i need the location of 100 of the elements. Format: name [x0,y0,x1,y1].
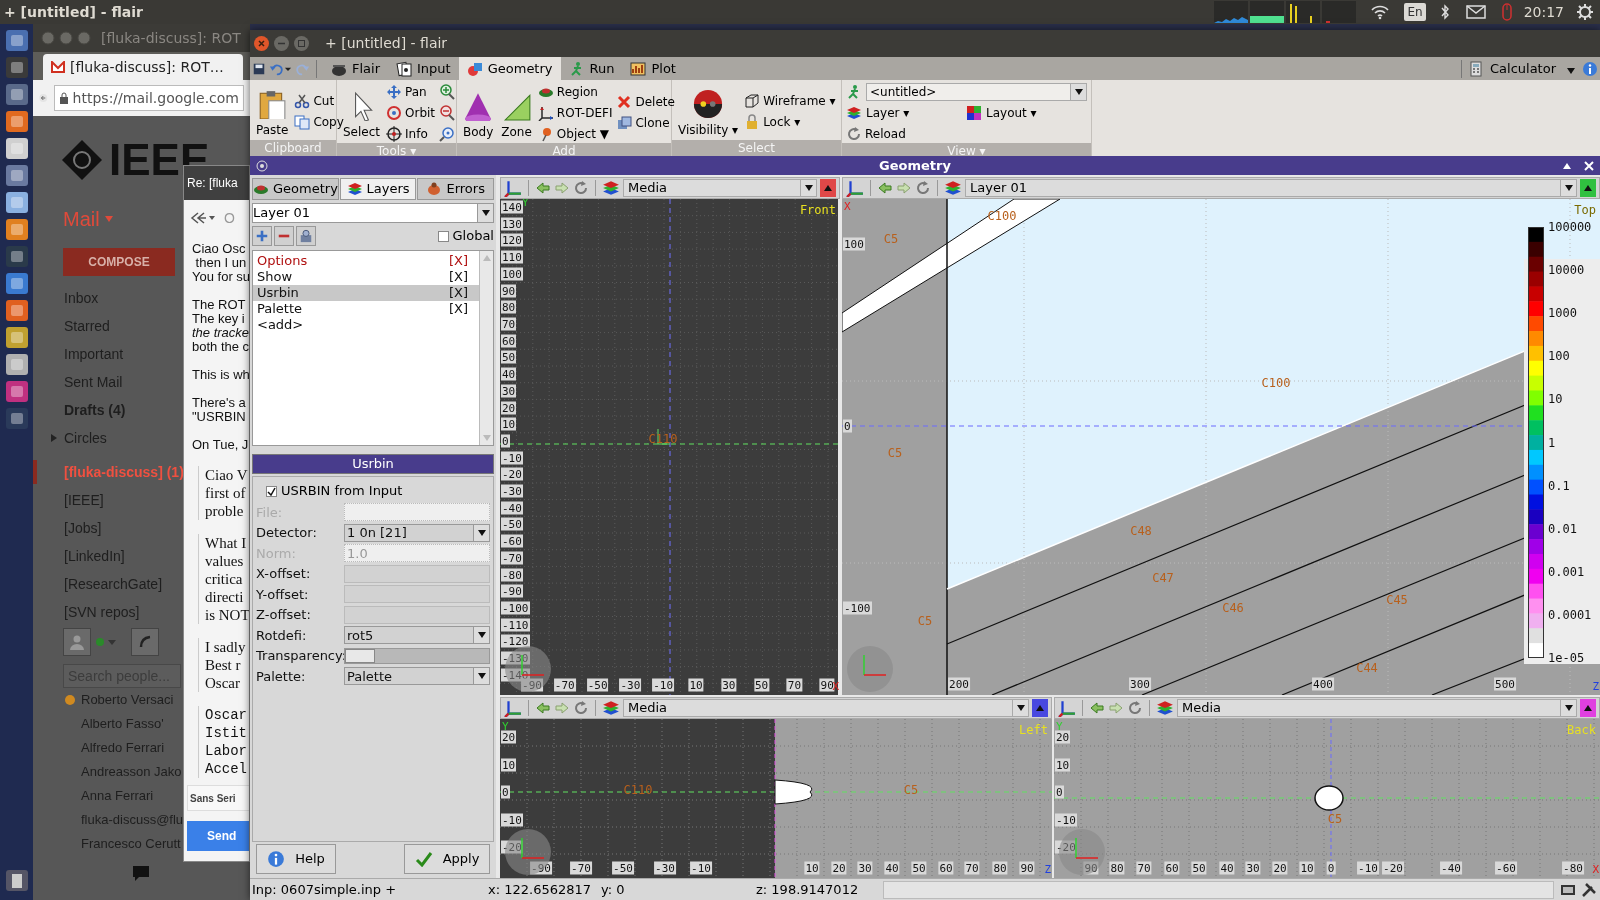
keyboard-indicator[interactable]: En [1404,3,1426,21]
help-button[interactable]: Help [256,844,336,874]
ribbon-button[interactable]: Pan [386,82,436,101]
layer-combo[interactable]: Layer 01 [252,203,494,223]
view-label: Left [1019,722,1048,739]
section-title: Usrbin [252,454,494,474]
axis-tick-label: 300 [1129,677,1151,691]
panel-tab[interactable]: Geometry [252,178,339,200]
axis-tick-label: 70 [501,317,517,331]
ribbon-button[interactable]: Visibility ▾ [676,83,741,139]
axis-tick-label: -10 [652,678,675,692]
layer-item[interactable]: Usrbin [X] [253,285,479,301]
ribbon-button[interactable]: Info [386,124,436,143]
layer-combo[interactable]: Media [623,179,817,197]
browser-tab[interactable]: [fluka-discuss]: ROT… [43,54,243,80]
axis-tick-label: 70 [1136,861,1152,875]
axis-tick-label: -60 [501,534,523,548]
axis-tick-label: 120 [501,233,523,247]
email-paragraph: The ROT The key i the tracke both the c [192,298,249,354]
compose-button[interactable]: COMPOSE [63,248,175,276]
axis-tick-label: 0 [843,419,852,433]
axis-tick-label: 0 [501,785,510,799]
axis-tick-label: 30 [1245,861,1261,875]
ribbon-button[interactable]: Copy [294,112,344,131]
ribbon-tab[interactable]: Geometry [458,57,561,80]
field-label: X-offset: [256,565,312,583]
field-label: Y-offset: [256,585,310,604]
ribbon-button[interactable]: Delete [616,92,675,112]
clock[interactable]: 20:17 [1523,1,1564,23]
axis-letter: Y [1056,719,1063,733]
axis-tick-label: -100 [843,601,872,615]
axis-tick-label: 90 [1083,861,1099,875]
apply-button[interactable]: Apply [404,844,490,874]
ribbon-tab[interactable]: Plot [622,57,684,80]
ribbon-button[interactable]: Layer ▾ [846,103,966,122]
layout-combo[interactable]: <untitled> [866,82,1087,101]
ribbon-button[interactable]: Cut [294,91,344,110]
layer-item[interactable]: Options [X] [253,253,479,269]
ribbon-button[interactable]: Region [537,82,613,101]
dropdown[interactable]: 1 0n [21] [344,523,490,542]
view-label: Back [1567,722,1596,739]
ribbon-button[interactable]: Wireframe ▾ [744,91,836,110]
dropdown[interactable]: Palette [344,667,490,686]
axis-letter: Z [1044,861,1051,878]
layer-combo[interactable]: Media [623,699,1029,717]
ribbon-tab[interactable]: Run [560,57,623,80]
group-label: Select [672,140,841,156]
axis-tick-label: 400 [1312,677,1334,691]
region-label: C100 [1261,375,1291,392]
ribbon-tab[interactable]: Flair [323,57,388,80]
axis-tick-label: 20 [1055,730,1071,744]
field-label: Z-offset: [256,606,312,624]
ribbon-button[interactable]: Object ▼ [537,124,613,143]
url-text: https://mail.google.com [72,88,239,108]
scale-label: 1000 [1548,305,1577,323]
ribbon-tab[interactable]: Input [388,57,459,80]
axis-tick-label: 60 [501,334,517,348]
axis-tick-label: 140 [501,200,523,214]
region-label: C48 [1130,523,1152,540]
scale-label: 0.001 [1548,563,1585,581]
panel-tab[interactable]: Layers [339,178,417,200]
layer-item[interactable]: Palette [X] [253,301,479,317]
field-label: Detector: [256,524,318,542]
ribbon-button[interactable]: Zone [499,84,534,141]
email-paragraph: This is wh [192,368,249,382]
scale-label: 0.1 [1548,477,1570,495]
layer-item[interactable]: Show [X] [253,269,479,285]
axis-tick-label: -110 [501,618,530,632]
email-paragraph: Ciao Osc then I un You for su [192,242,249,284]
calculator-button[interactable]: Calculator [1468,57,1560,80]
ribbon-button[interactable]: Clone [616,113,675,133]
axis-tick-label: 60 [938,861,954,875]
ribbon-button[interactable]: Paste [254,83,291,139]
ribbon-button[interactable]: Body [461,84,496,141]
layer-combo[interactable]: Media [1177,699,1577,717]
axis-tick-label: 100 [501,267,523,281]
ribbon-button[interactable]: Lock ▾ [744,112,836,131]
view-label: Front [799,202,836,219]
axis-tick-label: -50 [501,518,523,531]
ribbon-button[interactable]: Layout ▾ [966,103,1037,122]
layer-item[interactable]: <add> [253,317,479,333]
address-bar[interactable]: https://mail.google.com [53,85,244,111]
axis-tick-label: -70 [570,861,592,875]
dropdown[interactable]: rot5 [344,626,490,645]
email-paragraph: There's a "USRBIN [192,396,247,424]
panel-tab[interactable]: Errors [417,178,494,200]
axis-tick-label: -20 [501,840,523,854]
layer-combo[interactable]: Layer 01 [965,179,1577,197]
region-label: C5 [903,782,919,799]
email-paragraph: On Tue, J [192,438,249,452]
ribbon-button[interactable]: ROT-DEFI [537,103,613,122]
axis-tick-label: 130 [501,217,523,231]
axis-tick-label: 30 [721,678,737,692]
axis-tick-label: -30 [501,484,523,498]
ribbon-button[interactable]: Reload [846,124,1087,143]
axis-tick-label: -30 [619,678,642,692]
font-menu[interactable]: Sans Seri [187,785,249,811]
send-button[interactable]: Send [187,821,249,851]
axis-tick-label: -20 [1382,861,1404,875]
ribbon-button[interactable]: Orbit [386,103,436,122]
